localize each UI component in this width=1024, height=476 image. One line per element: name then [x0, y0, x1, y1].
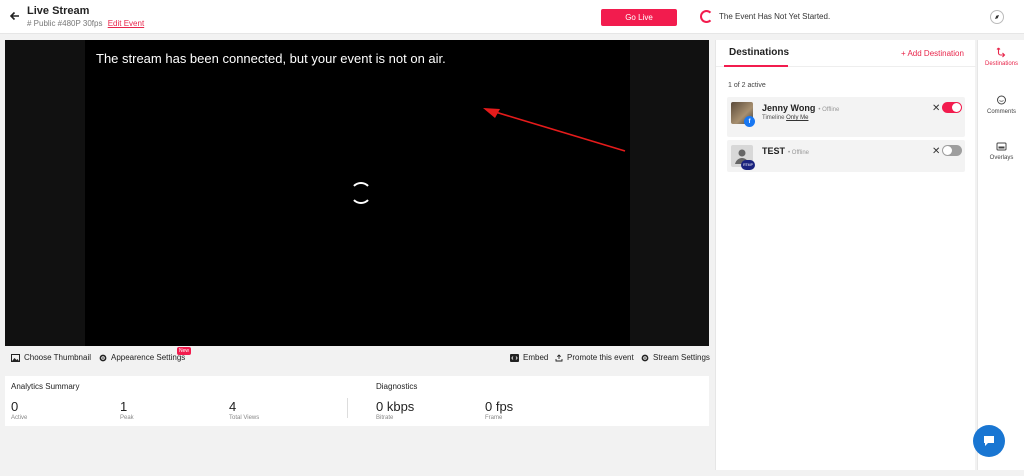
facebook-icon: f	[744, 116, 755, 127]
video-player[interactable]: The stream has been connected, but your …	[5, 40, 709, 346]
remove-destination-icon[interactable]: ✕	[932, 103, 940, 114]
page-title: Live Stream	[27, 5, 90, 17]
gear-icon	[641, 354, 649, 361]
route-icon	[996, 47, 1006, 58]
rail-item-overlays[interactable]: Overlays	[978, 141, 1024, 161]
stream-settings-button[interactable]: Stream Settings	[641, 353, 710, 362]
metric-frame: 0 fps Frame	[485, 399, 514, 421]
choose-thumbnail-label: Choose Thumbnail	[24, 353, 92, 362]
offline-status: • Offline	[818, 107, 840, 113]
destination-toggle[interactable]	[942, 145, 962, 156]
rtmp-badge: RTMP	[741, 160, 755, 170]
destination-toggle[interactable]	[942, 102, 962, 113]
go-live-button[interactable]: Go Live	[601, 9, 677, 26]
metric-active: 0 Active	[11, 399, 28, 421]
stream-message: The stream has been connected, but your …	[96, 51, 446, 66]
privacy-link[interactable]: Only Me	[786, 115, 808, 121]
destination-privacy: Timeline Only Me	[762, 115, 809, 121]
event-meta: # Public #480P 30fps Edit Event	[27, 19, 144, 28]
player-toolbar: Choose Thumbnail Appearence Settings New…	[5, 347, 710, 369]
arrow-left-icon	[10, 11, 19, 21]
status-ring-icon	[700, 10, 713, 23]
event-status-text: The Event Has Not Yet Started.	[719, 12, 831, 21]
destination-name: TEST • Offline	[762, 146, 810, 156]
share-icon	[555, 353, 563, 361]
code-icon	[510, 353, 519, 362]
add-destination-button[interactable]: + Add Destination	[901, 49, 964, 58]
diagnostics-title: Diagnostics	[376, 382, 418, 391]
destination-card: RTMP TEST • Offline ✕	[727, 140, 965, 172]
overlay-icon	[996, 142, 1007, 151]
metric-peak: 1 Peak	[120, 399, 134, 421]
metric-bitrate: 0 kbps Bitrate	[376, 399, 415, 421]
destination-card: f Jenny Wong • Offline Timeline Only Me ✕	[727, 97, 965, 137]
annotation-arrow-icon	[483, 108, 626, 152]
embed-label: Embed	[523, 353, 549, 362]
appearance-settings-label: Appearence Settings	[111, 353, 186, 362]
destinations-panel: Destinations + Add Destination 1 of 2 ac…	[715, 40, 976, 470]
image-icon	[11, 353, 20, 362]
event-title-block: Live Stream # Public #480P 30fps Edit Ev…	[27, 5, 144, 28]
side-rail: Destinations Comments Overlays	[977, 40, 1024, 470]
rail-item-comments[interactable]: Comments	[978, 95, 1024, 115]
toggle-knob	[943, 146, 952, 155]
stream-settings-label: Stream Settings	[653, 353, 710, 362]
event-meta-text: # Public #480P 30fps	[27, 19, 103, 28]
analytics-panel: Analytics Summary 0 Active 1 Peak 4 Tota…	[5, 376, 709, 426]
analytics-title: Analytics Summary	[11, 382, 80, 391]
loading-spinner-icon	[350, 182, 372, 204]
promote-event-button[interactable]: Promote this event	[555, 353, 634, 362]
promote-event-label: Promote this event	[567, 353, 634, 362]
choose-thumbnail-button[interactable]: Choose Thumbnail	[11, 353, 91, 362]
compass-icon[interactable]	[990, 10, 1004, 24]
toggle-knob	[952, 103, 961, 112]
offline-status: • Offline	[788, 150, 810, 156]
destination-name: Jenny Wong • Offline	[762, 103, 840, 113]
active-count: 1 of 2 active	[728, 82, 766, 89]
appearance-settings-button[interactable]: Appearence Settings	[99, 353, 185, 362]
chat-button[interactable]	[973, 425, 1005, 457]
metric-total-views: 4 Total Views	[229, 399, 260, 421]
embed-button[interactable]: Embed	[510, 353, 548, 362]
back-button[interactable]	[7, 8, 23, 24]
destinations-tab[interactable]: Destinations	[729, 47, 789, 58]
rail-item-destinations[interactable]: Destinations	[978, 47, 1024, 67]
destinations-header: Destinations + Add Destination	[716, 40, 976, 67]
gear-icon	[99, 354, 107, 361]
chat-bubble-icon	[984, 436, 994, 446]
new-badge: New	[177, 347, 192, 355]
remove-destination-icon[interactable]: ✕	[932, 146, 940, 157]
top-bar: Live Stream # Public #480P 30fps Edit Ev…	[0, 0, 1024, 34]
video-frame: The stream has been connected, but your …	[85, 40, 630, 346]
comment-icon	[997, 95, 1006, 105]
edit-event-link[interactable]: Edit Event	[108, 19, 144, 28]
section-divider	[347, 398, 348, 418]
event-status: The Event Has Not Yet Started.	[700, 10, 830, 23]
active-tab-indicator	[724, 65, 788, 67]
